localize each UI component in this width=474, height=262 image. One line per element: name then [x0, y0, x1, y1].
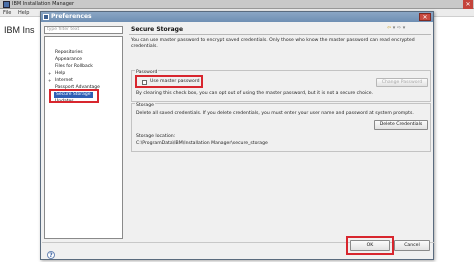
back-arrow-icon[interactable]: ⇦	[387, 25, 391, 31]
storage-description: Delete all saved credentials. If you del…	[136, 111, 414, 116]
forward-arrow-icon[interactable]: ⇨	[397, 25, 401, 31]
tree-item-repositories[interactable]: Repositories	[55, 50, 83, 56]
panel-description: You can use master password to encrypt s…	[131, 38, 415, 50]
dialog-icon	[43, 14, 49, 20]
storage-group-label: Storage	[135, 103, 155, 108]
brand-text: IBM Ins	[4, 25, 35, 35]
password-note: By clearing this check box, you can opt …	[136, 91, 374, 96]
storage-location-value: C:\ProgramData\IBM\Installation Manager\…	[136, 141, 268, 146]
panel-nav: ⇦ ▾ ⇨ ▾	[387, 25, 405, 31]
help-icon[interactable]: ?	[47, 251, 55, 259]
expand-help-icon[interactable]: +	[48, 71, 51, 77]
highlight-ok-button	[346, 236, 394, 255]
dialog-close-icon[interactable]: ✕	[419, 13, 431, 21]
main-close-icon[interactable]: ✕	[463, 0, 473, 9]
highlight-use-master-password	[135, 75, 203, 88]
storage-location-label: Storage location:	[136, 134, 176, 139]
expand-internet-icon[interactable]: +	[48, 78, 51, 84]
main-window-titlebar: IBM Installation Manager	[0, 0, 474, 9]
tree-item-help[interactable]: Help	[55, 71, 65, 77]
tree-item-files-for-rollback[interactable]: Files for Rollback	[55, 64, 93, 70]
menu-file[interactable]: File	[3, 10, 11, 16]
dialog-title: Preferences	[51, 13, 92, 20]
menu-help[interactable]: Help	[18, 10, 29, 16]
main-window-title: IBM Installation Manager	[12, 1, 75, 7]
highlight-secure-storage	[49, 89, 99, 103]
forward-dropdown-icon[interactable]: ▾	[403, 25, 406, 31]
dialog-titlebar: Preferences	[41, 12, 433, 22]
preferences-tree: Repositories Appearance Files for Rollba…	[44, 36, 123, 239]
app-icon	[3, 1, 10, 8]
change-password-button[interactable]: Change Password	[376, 78, 428, 87]
panel-separator	[129, 34, 431, 35]
filter-input[interactable]: type filter text	[44, 26, 123, 34]
delete-credentials-button[interactable]: Delete Credentials	[374, 120, 428, 130]
preferences-dialog: Preferences ✕ type filter text Repositor…	[40, 11, 434, 260]
tree-item-appearance[interactable]: Appearance	[55, 57, 82, 63]
panel-title: Secure Storage	[131, 26, 184, 33]
storage-group: Storage Delete all saved credentials. If…	[131, 103, 431, 152]
cancel-button[interactable]: Cancel	[394, 240, 430, 251]
tree-item-internet[interactable]: Internet	[55, 78, 73, 84]
back-dropdown-icon[interactable]: ▾	[393, 25, 396, 31]
